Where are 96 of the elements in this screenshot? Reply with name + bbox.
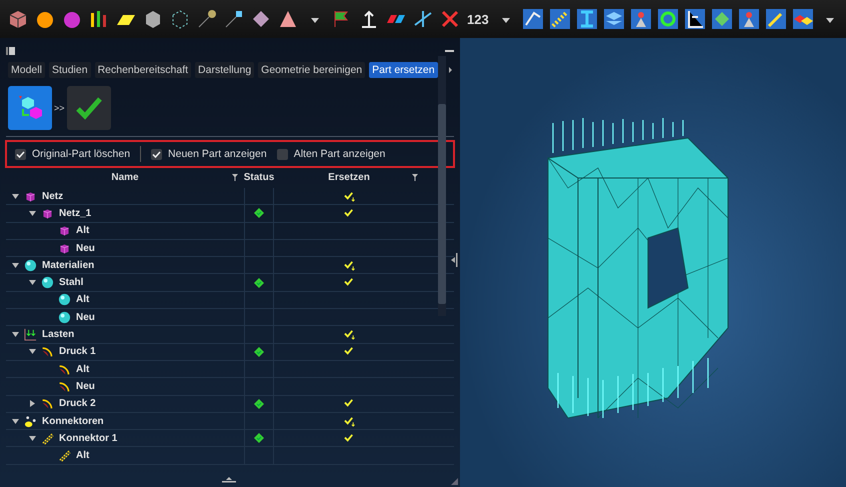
- check-down-icon[interactable]: [344, 329, 354, 340]
- pressure-icon: [60, 365, 70, 374]
- pen-icon[interactable]: [764, 7, 788, 31]
- column-header[interactable]: Name: [111, 172, 139, 182]
- tree-row[interactable]: Konnektor 1: [6, 430, 454, 448]
- tree-item-label[interactable]: Konnektor 1: [59, 432, 118, 444]
- check-down-icon[interactable]: [344, 416, 354, 426]
- number-label-button[interactable]: 123: [465, 12, 491, 26]
- tree-row[interactable]: Alt: [6, 447, 454, 465]
- sphere-icon: [58, 293, 71, 306]
- tree-row[interactable]: Lasten: [6, 326, 454, 344]
- tree-item-label[interactable]: Lasten: [42, 329, 74, 340]
- expand-caret-icon[interactable]: [29, 279, 36, 286]
- tab[interactable]: Darstellung: [195, 62, 254, 78]
- mesh-icon: [60, 244, 69, 254]
- load-arrows-icon: [24, 328, 37, 342]
- tree-row[interactable]: Neu: [6, 309, 454, 326]
- sphere-icon: [58, 310, 71, 324]
- tab[interactable]: Rechenbereitschaft: [94, 62, 192, 78]
- check-icon[interactable]: [344, 346, 354, 358]
- collapse-caret-icon[interactable]: [29, 400, 36, 408]
- mesh-icon: [43, 209, 52, 219]
- expand-handle-icon[interactable]: [222, 476, 236, 483]
- option-checkbox[interactable]: Neuen Part anzeigen: [151, 148, 267, 160]
- column-header[interactable]: Ersetzen: [328, 172, 370, 182]
- tree-item-label[interactable]: Netz_1: [59, 208, 92, 219]
- option-checkbox[interactable]: Alten Part anzeigen: [276, 148, 386, 160]
- column-header[interactable]: Status: [244, 172, 274, 182]
- tab[interactable]: Studien: [48, 62, 91, 78]
- tree-item-label[interactable]: Alt: [76, 294, 90, 306]
- status-ok-icon: [254, 278, 264, 288]
- connector-icon: [41, 432, 54, 445]
- expand-caret-icon[interactable]: [29, 210, 36, 217]
- collapse-handle-icon[interactable]: [450, 253, 458, 267]
- check-down-icon[interactable]: [344, 190, 354, 202]
- mesh-icon: [60, 226, 69, 236]
- status-ok-icon: [254, 433, 264, 444]
- apply-button[interactable]: [66, 86, 111, 130]
- scrollbar-thumb[interactable]: [438, 104, 446, 304]
- replace-part-button[interactable]: [8, 86, 52, 130]
- expand-caret-icon[interactable]: [12, 418, 19, 424]
- filter-icon[interactable]: [232, 174, 238, 180]
- tick-icon: [152, 150, 162, 158]
- tab[interactable]: Part ersetzen: [369, 62, 438, 78]
- tree-row[interactable]: Neu: [6, 378, 454, 396]
- tree-item-label[interactable]: Neu: [76, 380, 95, 392]
- tree-row[interactable]: Druck 1: [6, 344, 454, 361]
- status-ok-icon: [254, 346, 264, 357]
- check-icon[interactable]: [344, 277, 354, 288]
- tree-row[interactable]: Druck 2: [6, 396, 454, 413]
- mesh-icon: [26, 192, 35, 202]
- tree-item-label[interactable]: Druck 1: [59, 346, 96, 358]
- panel-pin-icon[interactable]: [6, 47, 15, 55]
- status-ok-icon: [254, 208, 264, 218]
- tab[interactable]: Modell: [8, 62, 45, 78]
- tree-item-label[interactable]: Alt: [76, 225, 90, 236]
- tree-item-label[interactable]: Druck 2: [59, 398, 96, 410]
- expand-caret-icon[interactable]: [12, 262, 19, 269]
- status-ok-icon: [254, 398, 264, 409]
- check-down-icon[interactable]: [344, 260, 354, 271]
- expand-caret-icon[interactable]: [29, 348, 36, 356]
- check-icon[interactable]: [344, 432, 354, 444]
- tick-icon: [16, 150, 25, 158]
- tree-row[interactable]: Konnektoren: [6, 412, 454, 430]
- sphere-icon: [41, 276, 54, 290]
- tree-item-label[interactable]: Netz: [42, 190, 64, 202]
- grid-icon[interactable]: [790, 7, 815, 31]
- connector-icon: [58, 449, 71, 462]
- resize-grip-icon[interactable]: [451, 478, 458, 485]
- tree-item-label[interactable]: Neu: [76, 242, 95, 254]
- sphere-icon: [24, 258, 37, 272]
- pressure-icon: [60, 382, 70, 392]
- tree-item-label[interactable]: Alt: [76, 450, 90, 462]
- step-separator: >>: [54, 103, 65, 113]
- tree-row[interactable]: Alt: [6, 360, 454, 378]
- connector-group-icon: [24, 414, 37, 428]
- tree-item-label[interactable]: Konnektoren: [42, 416, 104, 426]
- option-checkbox[interactable]: Original-Part löschen: [15, 148, 130, 160]
- check-icon[interactable]: [344, 208, 354, 219]
- expand-caret-icon[interactable]: [12, 331, 19, 338]
- tab[interactable]: Geometrie bereinigen: [258, 62, 366, 78]
- pressure-icon: [42, 400, 52, 409]
- tree-item-label[interactable]: Neu: [76, 312, 95, 323]
- expand-caret-icon[interactable]: [12, 192, 19, 200]
- tree-item-label[interactable]: Materialien: [42, 260, 94, 271]
- layers-icon[interactable]: [602, 7, 626, 31]
- grid-icon[interactable]: [710, 7, 734, 31]
- pressure-icon: [42, 348, 52, 357]
- tree-item-label[interactable]: Alt: [76, 364, 90, 375]
- filter-icon[interactable]: [412, 174, 418, 180]
- gear-icon[interactable]: [656, 7, 680, 31]
- beam-icon[interactable]: [574, 7, 599, 31]
- minimize-icon[interactable]: [445, 47, 454, 55]
- check-icon[interactable]: [344, 398, 354, 410]
- tree-item-label[interactable]: Stahl: [59, 277, 84, 288]
- expand-caret-icon[interactable]: [29, 434, 36, 442]
